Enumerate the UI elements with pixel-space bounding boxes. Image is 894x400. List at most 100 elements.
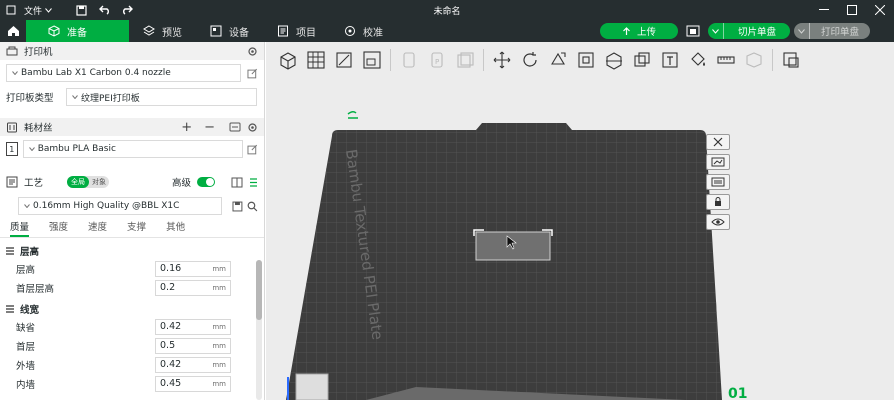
param-unit: mm (212, 360, 226, 369)
tab-label: 预览 (162, 27, 182, 39)
toggle-object[interactable]: 对象 (89, 177, 109, 187)
printer-name: Bambu Lab X1 Carbon 0.4 nozzle (21, 68, 171, 78)
build-plate-scene[interactable]: Bambu Textured PEI Plate 01 (266, 42, 894, 400)
arrange-plate-icon[interactable] (706, 154, 730, 170)
chevron-down-icon (28, 147, 35, 151)
tab-project[interactable]: 项目 (263, 20, 330, 42)
save-icon[interactable] (74, 3, 88, 17)
printer-connect-icon[interactable] (682, 23, 704, 39)
tab-others[interactable]: 其他 (166, 219, 185, 237)
file-menu-label: 文件 (24, 6, 43, 17)
tab-label: 校准 (363, 27, 383, 39)
edit-icon[interactable] (247, 144, 258, 155)
param-row: 首层层高 0.2 mm (0, 278, 264, 297)
printer-section-title: 打印机 (24, 47, 53, 58)
process-preset-name: 0.16mm High Quality @BBL X1C (33, 201, 180, 211)
advanced-switch[interactable] (197, 177, 215, 187)
toggle-global[interactable]: 全局 (67, 176, 90, 188)
param-unit: mm (212, 341, 226, 350)
slice-plate-button[interactable]: 切片单盘 (708, 23, 790, 39)
file-menu[interactable]: 文件 (18, 4, 58, 17)
home-icon[interactable] (0, 20, 26, 42)
cube-icon (48, 25, 60, 37)
param-unit: mm (212, 264, 226, 273)
visibility-icon[interactable] (706, 214, 730, 230)
filament-select[interactable]: Bambu PLA Basic (22, 140, 244, 158)
delete-plate-icon[interactable] (706, 134, 730, 150)
maximize-icon[interactable] (838, 0, 866, 20)
search-icon[interactable] (247, 201, 258, 212)
settings-list-icon[interactable] (249, 177, 258, 188)
undo-icon[interactable] (98, 3, 112, 17)
tab-speed[interactable]: 速度 (88, 219, 107, 237)
edit-icon[interactable] (247, 68, 258, 79)
window-title: 未命名 (433, 6, 461, 17)
save-preset-icon[interactable] (232, 201, 243, 212)
chevron-down-icon (24, 204, 30, 208)
param-value: 0.5 (160, 340, 176, 351)
minimize-icon[interactable] (810, 0, 838, 20)
upload-icon (623, 26, 630, 35)
sync-icon[interactable] (229, 122, 241, 133)
first-layer-height-input[interactable]: 0.2 mm (155, 279, 231, 296)
tab-device[interactable]: 设备 (196, 20, 263, 42)
chevron-down-icon[interactable] (794, 23, 810, 39)
printer-select[interactable]: Bambu Lab X1 Carbon 0.4 nozzle (6, 64, 242, 82)
view-cube[interactable] (295, 373, 329, 400)
gear-icon[interactable] (247, 122, 258, 133)
print-plate-button[interactable]: 打印单盘 (794, 23, 870, 39)
plate-edit-icon[interactable] (347, 110, 358, 119)
tab-prepare[interactable]: 准备 (26, 20, 129, 42)
group-title: 线宽 (20, 304, 40, 316)
close-icon[interactable] (866, 0, 894, 20)
param-label: 首层层高 (16, 283, 55, 295)
tab-quality[interactable]: 质量 (10, 219, 30, 237)
upload-label: 上传 (636, 27, 656, 38)
remove-filament-icon[interactable]: − (204, 120, 215, 135)
layer-height-input[interactable]: 0.16 mm (155, 260, 231, 277)
plate-type-label: 打印板类型 (6, 93, 54, 104)
param-unit: mm (212, 283, 226, 292)
3d-viewport[interactable]: P Bambu Textured PEI Plate 01 (266, 42, 894, 400)
settings-sidebar: 打印机 Bambu Lab X1 Carbon 0.4 nozzle 打印板类型… (0, 42, 265, 400)
tab-preview[interactable]: 预览 (129, 20, 196, 42)
plate-type-select[interactable]: 纹理PEI打印板 (66, 88, 257, 106)
print-plate-label: 打印单盘 (820, 27, 859, 38)
lock-plate-icon[interactable] (706, 194, 730, 210)
param-label: 内墙 (16, 379, 36, 391)
filament-section-header: 耗材丝 + − (0, 118, 264, 136)
redo-icon[interactable] (120, 3, 134, 17)
process-icon (6, 176, 18, 188)
plate-side-tools (706, 134, 730, 230)
plate-type-value: 纹理PEI打印板 (81, 93, 140, 104)
inner-wall-line-width-input[interactable]: 0.45 mm (155, 375, 231, 392)
process-preset-select[interactable]: 0.16mm High Quality @BBL X1C (18, 197, 223, 215)
tab-calibration[interactable]: 校准 (330, 20, 397, 42)
line-width-group: 线宽 (0, 300, 264, 317)
gear-icon[interactable] (247, 46, 258, 57)
first-layer-line-width-input[interactable]: 0.5 mm (155, 337, 231, 354)
printer-section-header: 打印机 (0, 42, 264, 60)
filament-name: Bambu PLA Basic (37, 144, 116, 154)
global-object-toggle[interactable]: 全局 对象 (67, 176, 110, 188)
layers-icon (143, 25, 155, 36)
scrollbar-thumb[interactable] (256, 260, 262, 320)
orient-plate-icon[interactable] (706, 174, 730, 190)
advanced-label: 高级 (171, 178, 191, 189)
tab-support[interactable]: 支撑 (127, 219, 146, 237)
outer-wall-line-width-input[interactable]: 0.42 mm (155, 356, 231, 373)
tab-label: 项目 (296, 27, 316, 39)
process-sub-tabs: 质量 强度 速度 支撑 其他 (0, 218, 264, 238)
default-line-width-input[interactable]: 0.42 mm (155, 318, 231, 335)
upload-button[interactable]: 上传 (600, 23, 678, 39)
filament-slot-badge[interactable]: 1 (6, 142, 18, 156)
add-filament-icon[interactable]: + (181, 120, 192, 135)
param-value: 0.42 (160, 321, 182, 332)
sidebar-scrollbar[interactable] (256, 260, 262, 400)
param-value: 0.16 (160, 263, 182, 274)
compare-icon[interactable] (231, 177, 243, 188)
tab-strength[interactable]: 强度 (49, 219, 68, 237)
chevron-down-icon[interactable] (708, 23, 724, 39)
printer-icon (6, 46, 18, 55)
param-label: 层高 (16, 264, 36, 276)
